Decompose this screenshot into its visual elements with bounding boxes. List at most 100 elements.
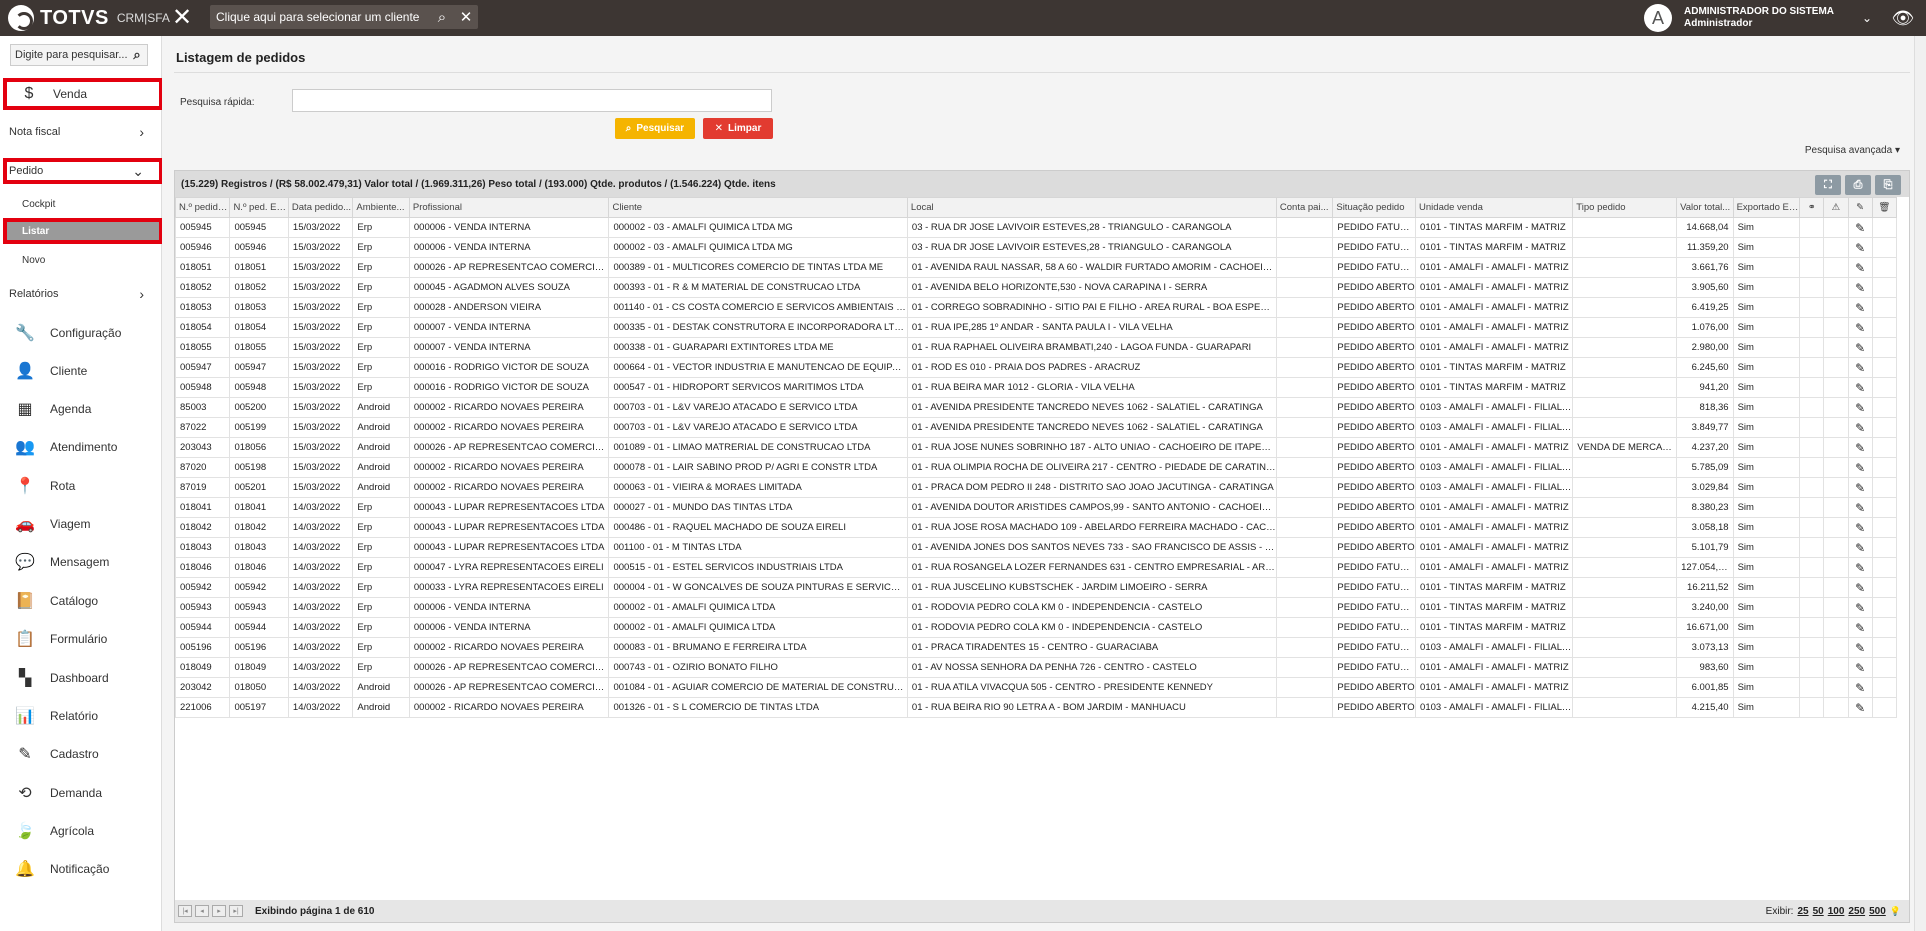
table-row[interactable]: 018049 018049 14/03/2022 Erp 000026 - AP REP… [174,657,1898,678]
sidebar-subitem-cockpit[interactable]: Cockpit [0,193,160,215]
fullscreen-icon[interactable]: ⛶ [1815,175,1841,195]
first-page-button[interactable]: |◂ [178,905,192,917]
edit-icon[interactable]: ✎ [1847,497,1873,518]
table-row[interactable]: 018041 018041 14/03/2022 Erp 000043 - LUPAR … [174,497,1898,518]
edit-icon[interactable]: ✎ [1847,557,1873,578]
column-header[interactable]: Local [906,197,1277,218]
close-menu-icon[interactable]: ✕ [170,6,194,30]
sidebar-item-dashboard[interactable]: ▚ Dashboard [0,663,158,693]
table-row[interactable]: 005944 005944 14/03/2022 Erp 000006 - VENDA … [174,617,1898,638]
page-size-option[interactable]: 25 [1797,906,1808,917]
clear-icon[interactable]: ✕ [454,8,478,26]
sidebar-item-agenda[interactable]: ▦ Agenda [0,394,158,424]
table-row[interactable]: 018052 018052 15/03/2022 Erp 000045 - AGADMO… [174,277,1898,298]
sidebar-item-relatorio[interactable]: 📊 Relatório [0,701,158,731]
edit-icon[interactable]: ✎ [1847,597,1873,618]
table-row[interactable]: 005947 005947 15/03/2022 Erp 000016 - RODRIG… [174,357,1898,378]
edit-icon[interactable]: ✎ [1847,377,1873,398]
table-row[interactable]: 018054 018054 15/03/2022 Erp 000007 - VENDA … [174,317,1898,338]
totvs-logo[interactable]: TOTVS CRM|SFA [8,5,170,31]
table-row[interactable]: 018043 018043 14/03/2022 Erp 000043 - LUPAR … [174,537,1898,558]
search-button[interactable]: ⌕ Pesquisar [615,118,695,139]
edit-icon[interactable]: ✎ [1847,657,1873,678]
search-icon[interactable]: ⌕ [127,47,147,63]
table-row[interactable]: 018055 018055 15/03/2022 Erp 000007 - VENDA … [174,337,1898,358]
user-menu[interactable]: A ADMINISTRADOR DO SISTEMA Administrador… [1644,0,1926,36]
sidebar-search-input[interactable]: Digite para pesquisar... ⌕ [10,44,148,66]
sidebar-item-agricola[interactable]: 🍃 Agrícola [0,816,158,846]
column-header[interactable]: Conta pai... [1275,197,1334,218]
export-excel-icon[interactable]: ⎘ [1875,175,1901,195]
sidebar-item-configuracao[interactable]: 🔧 Configuração [0,318,158,348]
sidebar-item-rota[interactable]: 📍 Rota [0,471,158,501]
column-header[interactable]: Unidade venda [1415,197,1574,218]
prev-page-button[interactable]: ◂ [195,905,209,917]
edit-icon[interactable]: ✎ [1847,517,1873,538]
sidebar-item-viagem[interactable]: 🚗 Viagem [0,509,158,539]
clear-button[interactable]: ✕ Limpar [703,118,773,139]
table-row[interactable]: 005942 005942 14/03/2022 Erp 000033 - LYRA R… [174,577,1898,598]
edit-icon[interactable]: ✎ [1847,677,1873,698]
table-row[interactable]: 85003 005200 15/03/2022 Android 000002 - RIC… [174,397,1898,418]
edit-icon[interactable]: ✎ [1847,397,1873,418]
sidebar-search-placeholder[interactable]: Digite para pesquisar... [11,49,127,61]
lightbulb-icon[interactable]: 💡 [1890,906,1901,917]
table-row[interactable]: 005943 005943 14/03/2022 Erp 000006 - VENDA … [174,597,1898,618]
eye-icon[interactable]: 👁 [1880,8,1926,29]
edit-icon[interactable]: ✎ [1847,477,1873,498]
sidebar-item-atendimento[interactable]: 👥 Atendimento [0,432,158,462]
edit-icon[interactable]: ✎ [1847,637,1873,658]
edit-icon[interactable]: ✎ [1847,697,1873,718]
page-size-option[interactable]: 250 [1848,906,1865,917]
edit-icon[interactable]: ✎ [1847,297,1873,318]
column-header[interactable]: Exportado ERP... [1732,197,1801,218]
table-row[interactable]: 018051 018051 15/03/2022 Erp 000026 - AP REP… [174,257,1898,278]
sidebar-item-formulario[interactable]: 📋 Formulário [0,624,158,654]
sidebar-item-catalogo[interactable]: 📔 Catálogo [0,586,158,616]
page-scrollbar[interactable] [1914,36,1926,931]
table-row[interactable]: 203043 018056 15/03/2022 Android 000026 - AP… [174,437,1898,458]
client-selector-placeholder[interactable]: Clique aqui para selecionar um cliente [210,10,430,24]
edit-icon[interactable]: ✎ [1847,437,1873,458]
sidebar-item-cadastro[interactable]: ✎ Cadastro [0,739,158,769]
sidebar-subitem-listar[interactable]: Listar [6,220,160,242]
table-row[interactable]: 005948 005948 15/03/2022 Erp 000016 - RODRIG… [174,377,1898,398]
edit-icon[interactable]: ✎ [1847,237,1873,258]
export-pdf-icon[interactable]: ⎙ [1845,175,1871,195]
column-header[interactable]: Tipo pedido [1572,197,1678,218]
quick-search-input[interactable] [292,89,772,112]
table-row[interactable]: 203042 018050 14/03/2022 Android 000026 - AP… [174,677,1898,698]
table-row[interactable]: 018046 018046 14/03/2022 Erp 000047 - LYRA R… [174,557,1898,578]
edit-icon[interactable]: ✎ [1847,537,1873,558]
sidebar-item-demanda[interactable]: ⟲ Demanda [0,778,158,808]
table-row[interactable]: 87022 005199 15/03/2022 Android 000002 - RIC… [174,417,1898,438]
sidebar-item-relatorios[interactable]: Relatórios › [0,280,158,308]
page-size-option[interactable]: 50 [1813,906,1824,917]
edit-icon[interactable]: ✎ [1847,317,1873,338]
edit-icon[interactable]: ✎ [1847,277,1873,298]
column-header[interactable]: Valor total... [1676,197,1734,218]
edit-icon[interactable]: ✎ [1847,617,1873,638]
edit-icon[interactable]: ✎ [1847,337,1873,358]
edit-icon[interactable]: ✎ [1847,357,1873,378]
column-header[interactable]: Ambiente... [352,197,410,218]
column-header[interactable]: Cliente [608,197,908,218]
edit-icon[interactable]: ✎ [1847,457,1873,478]
sidebar-item-notificacao[interactable]: 🔔 Notificação [0,854,158,884]
sidebar-item-cliente[interactable]: 👤 Cliente [0,356,158,386]
sidebar-item-nota-fiscal[interactable]: Nota fiscal › [0,118,158,146]
last-page-button[interactable]: ▸| [229,905,243,917]
chevron-down-icon[interactable]: ⌄ [1854,11,1880,25]
edit-icon[interactable]: ✎ [1847,577,1873,598]
table-row[interactable]: 221006 005197 14/03/2022 Android 000002 - RI… [174,697,1898,718]
table-row[interactable]: 018042 018042 14/03/2022 Erp 000043 - LUPAR … [174,517,1898,538]
sidebar-item-venda[interactable]: $ Venda [0,80,158,108]
edit-icon[interactable]: ✎ [1847,257,1873,278]
column-header[interactable]: Data pedido... [287,197,354,218]
sidebar-item-pedido[interactable]: Pedido ⌄ [0,157,158,185]
column-header[interactable]: N.º ped. ERP... [229,197,289,218]
page-size-option[interactable]: 100 [1828,906,1845,917]
sidebar-item-mensagem[interactable]: 💬 Mensagem [0,547,158,577]
table-row[interactable]: 018053 018053 15/03/2022 Erp 000028 - ANDERS… [174,297,1898,318]
table-row[interactable]: 87020 005198 15/03/2022 Android 000002 - RIC… [174,457,1898,478]
